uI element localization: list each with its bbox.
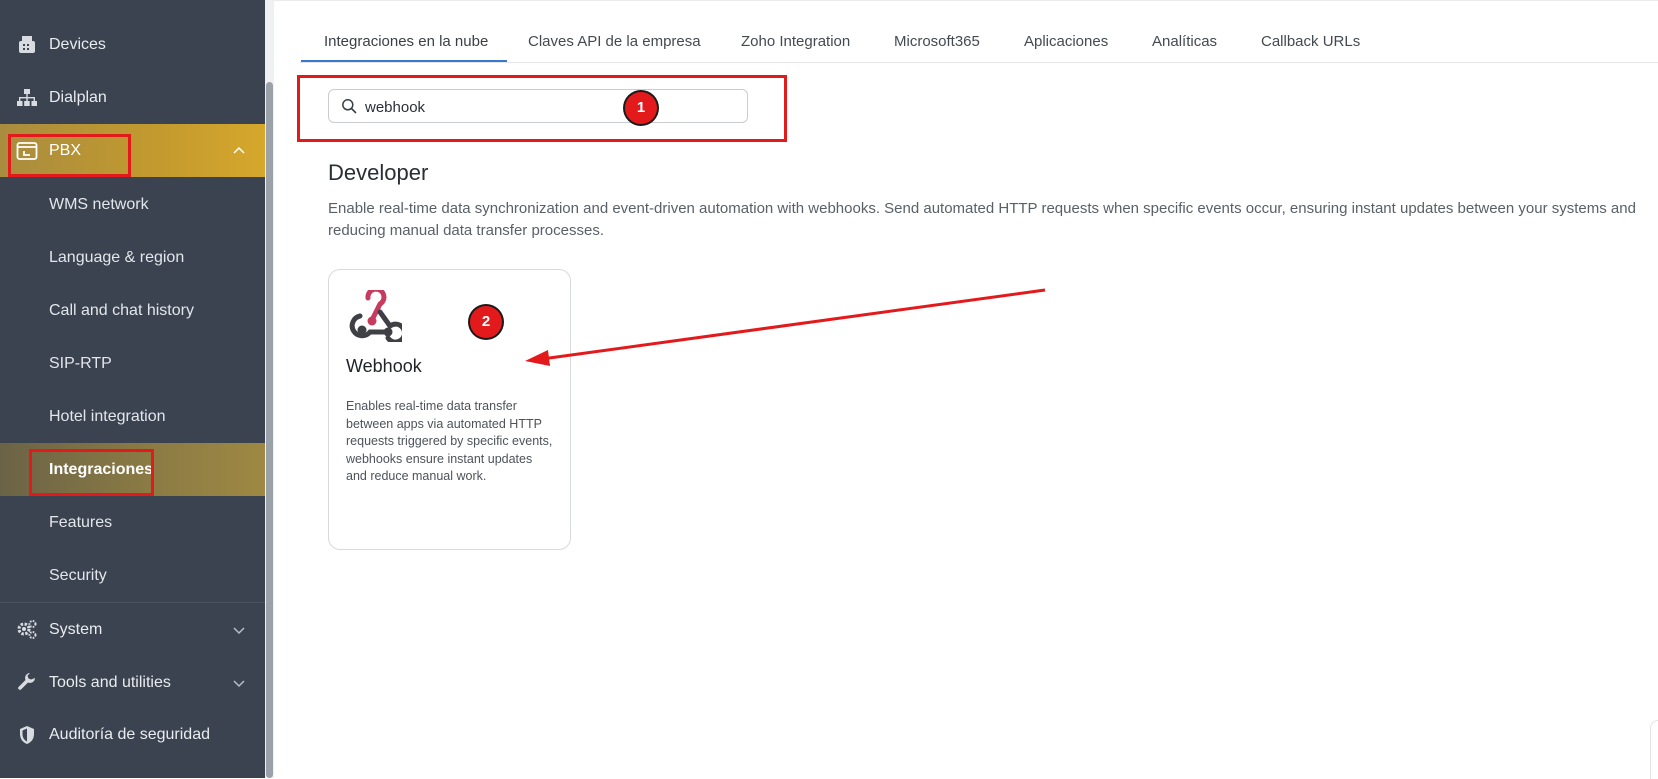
sidebar-item-tools-utilities[interactable]: Tools and utilities <box>0 656 265 709</box>
sidebar-item-devices[interactable]: Devices <box>0 18 265 71</box>
sidebar-item-label: Tools and utilities <box>49 674 171 691</box>
sidebar-item-label: Dialplan <box>49 89 107 106</box>
section-title: Developer <box>328 160 429 185</box>
tab-microsoft365[interactable]: Microsoft365 <box>894 24 980 62</box>
sidebar-subitem-sip-rtp[interactable]: SIP-RTP <box>0 337 265 390</box>
floating-panel-edge <box>1650 720 1658 779</box>
sidebar: Devices Dialplan PBX WMS network Languag… <box>0 0 265 778</box>
sidebar-subitem-label: Language & region <box>49 249 185 266</box>
chevron-down-icon[interactable] <box>231 675 247 691</box>
webhook-card[interactable]: Webhook Enables real-time data transfer … <box>328 269 571 550</box>
sidebar-subitem-wms-network[interactable]: WMS network <box>0 178 265 231</box>
tab-claves-api[interactable]: Claves API de la empresa <box>528 24 701 62</box>
annotation-box-search <box>297 75 787 142</box>
sidebar-item-label: Devices <box>49 36 106 53</box>
sidebar-subitem-features[interactable]: Features <box>0 496 265 549</box>
chevron-up-icon[interactable] <box>231 143 247 159</box>
top-border <box>274 0 1658 1</box>
sidebar-subitem-security[interactable]: Security <box>0 549 265 602</box>
tab-bar: Integraciones en la nube Claves API de l… <box>300 24 1658 63</box>
shield-icon <box>20 726 34 744</box>
tab-zoho-integration[interactable]: Zoho Integration <box>741 24 850 62</box>
wrench-icon <box>18 673 35 690</box>
webhook-icon <box>349 290 402 342</box>
sidebar-subitem-hotel-integration[interactable]: Hotel integration <box>0 390 265 443</box>
sidebar-item-system[interactable]: System <box>0 603 265 656</box>
sidebar-item-label: Auditoría de seguridad <box>49 726 210 743</box>
active-tab-indicator <box>301 60 507 62</box>
section-description: Enable real-time data synchronization an… <box>328 200 1636 239</box>
tab-callback-urls[interactable]: Callback URLs <box>1261 24 1360 62</box>
sidebar-item-auditoria[interactable]: Auditoría de seguridad <box>0 708 265 761</box>
annotation-box-pbx <box>8 134 131 177</box>
annotation-badge-2: 2 <box>470 306 502 338</box>
sidebar-subitem-label: Security <box>49 567 107 584</box>
tab-analiticas[interactable]: Analíticas <box>1152 24 1217 62</box>
sidebar-subitem-label: Call and chat history <box>49 302 194 319</box>
sidebar-subitem-call-chat-history[interactable]: Call and chat history <box>0 284 265 337</box>
sidebar-subitem-label: SIP-RTP <box>49 355 112 372</box>
sidebar-item-dialplan[interactable]: Dialplan <box>0 71 265 124</box>
annotation-badge-1: 1 <box>625 92 657 124</box>
sidebar-item-label: System <box>49 621 103 638</box>
sidebar-scrollbar-thumb[interactable] <box>266 82 273 778</box>
tab-integraciones-nube[interactable]: Integraciones en la nube <box>324 24 488 62</box>
annotation-box-integraciones <box>29 449 154 496</box>
sidebar-subitem-language-region[interactable]: Language & region <box>0 231 265 284</box>
gears-icon <box>17 620 37 639</box>
chevron-down-icon[interactable] <box>231 622 247 638</box>
sidebar-subitem-label: Hotel integration <box>49 408 166 425</box>
sitemap-icon <box>17 89 37 106</box>
sidebar-subitem-label: Features <box>49 514 113 531</box>
fax-icon <box>19 36 35 53</box>
card-description: Enables real-time data transfer between … <box>346 399 553 483</box>
card-title: Webhook <box>346 356 422 376</box>
tab-aplicaciones[interactable]: Aplicaciones <box>1024 24 1108 62</box>
sidebar-subitem-label: WMS network <box>49 196 149 213</box>
